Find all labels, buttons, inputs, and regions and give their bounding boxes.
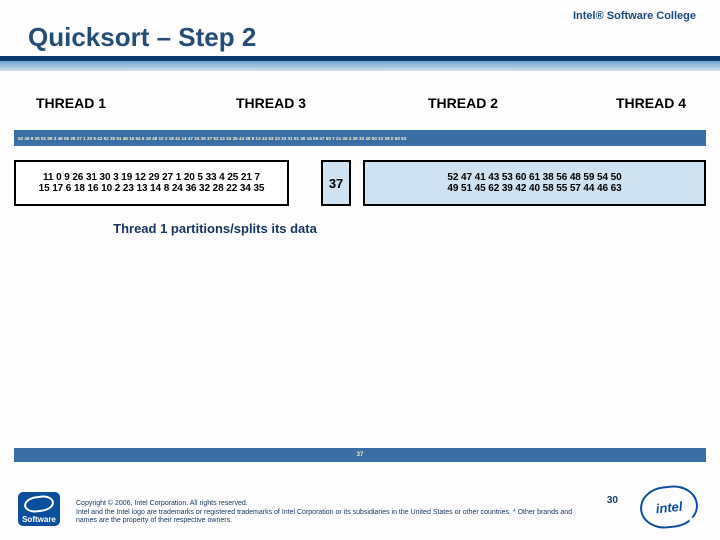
full-array-bar: 52 46 9 26 51 59 3 49 55 29 27 1 20 5 42… <box>14 130 706 146</box>
logo-left-label: Software <box>22 515 56 524</box>
rule-light <box>0 61 720 71</box>
page-number: 30 <box>607 495 618 506</box>
gap <box>351 160 363 210</box>
gap <box>289 160 321 210</box>
college-label: Intel® Software College <box>573 10 696 22</box>
thread-3-label: THREAD 3 <box>236 95 306 111</box>
copyright-text: Copyright © 2006, Intel Corporation. All… <box>76 500 590 526</box>
thread-4-label: THREAD 4 <box>616 95 686 111</box>
lower-array-bar: 37 <box>14 448 706 462</box>
thread-labels-row: THREAD 1 THREAD 3 THREAD 2 THREAD 4 <box>0 95 720 117</box>
copyright-line-2: Intel and the Intel logo are trademarks … <box>76 509 590 527</box>
t1-row-1: 11 0 9 26 31 30 3 19 12 29 27 1 20 5 33 … <box>43 172 260 183</box>
t2-row-2: 49 51 45 62 39 42 40 58 55 57 44 46 63 <box>447 183 621 194</box>
slide-title: Quicksort – Step 2 <box>28 22 256 53</box>
t1-row-2: 15 17 6 18 16 10 2 23 13 14 8 24 36 32 2… <box>39 183 265 194</box>
pivot-box: 37 <box>321 160 351 206</box>
partitions-row: 11 0 9 26 31 30 3 19 12 29 27 1 20 5 33 … <box>14 160 706 210</box>
logo-right-label: intel <box>655 498 683 516</box>
thread-2-label: THREAD 2 <box>428 95 498 111</box>
footer: Software Copyright © 2006, Intel Corpora… <box>0 480 720 540</box>
intel-logo: intel <box>638 483 700 531</box>
thread-2-partition-box: 52 47 41 43 53 60 61 38 56 48 59 54 50 4… <box>363 160 706 206</box>
t2-row-1: 52 47 41 43 53 60 61 38 56 48 59 54 50 <box>447 172 621 183</box>
intel-software-logo: Software <box>18 492 60 526</box>
thread-1-label: THREAD 1 <box>36 95 106 111</box>
caption: Thread 1 partitions/splits its data <box>100 222 330 237</box>
lower-bar-pivot: 37 <box>357 452 364 458</box>
pivot-value: 37 <box>329 176 343 191</box>
copyright-line-1: Copyright © 2006, Intel Corporation. All… <box>76 500 590 509</box>
thread-1-partition-box: 11 0 9 26 31 30 3 19 12 29 27 1 20 5 33 … <box>14 160 289 206</box>
